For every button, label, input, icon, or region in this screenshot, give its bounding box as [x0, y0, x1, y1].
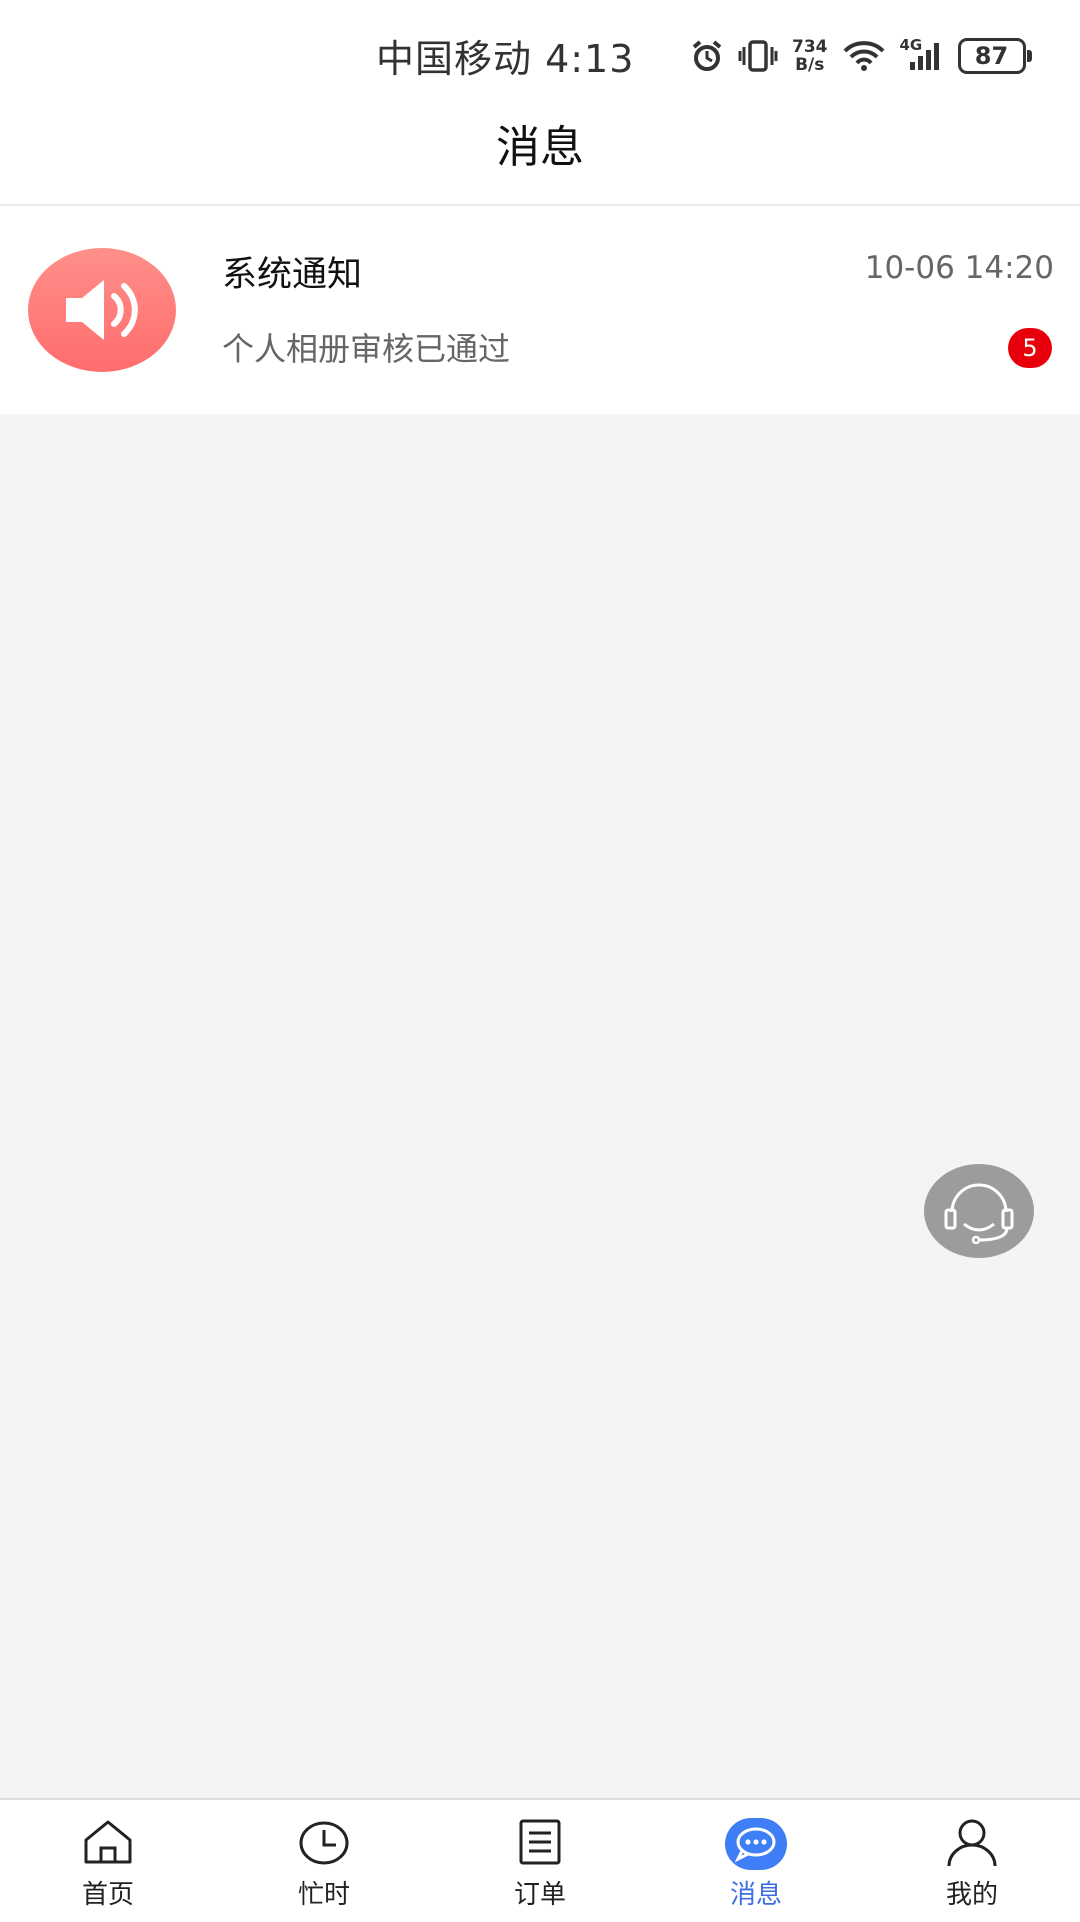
system-notice-avatar: [28, 248, 176, 372]
battery-icon: 87: [957, 38, 1032, 74]
net-speed: 734 B/s: [792, 37, 828, 75]
tab-label: 首页: [81, 1880, 134, 1910]
message-time: 10-06 14:20: [864, 250, 1054, 286]
tab-label: 订单: [513, 1880, 566, 1910]
speaker-icon: [66, 280, 138, 340]
headset-icon: [944, 1183, 1014, 1244]
tab-label: 消息: [729, 1880, 782, 1910]
customer-service-button[interactable]: [924, 1164, 1034, 1258]
chat-bubble-icon: [725, 1818, 787, 1870]
person-icon: [945, 1818, 999, 1872]
message-list-item[interactable]: 系统通知 10-06 14:20 个人相册审核已通过 5: [0, 206, 1080, 414]
tab-busy[interactable]: 忙时: [216, 1800, 432, 1922]
signal-icon: 4G: [900, 36, 944, 72]
message-preview: 个人相册审核已通过: [222, 330, 511, 368]
vibrate-icon: [738, 39, 778, 73]
tab-label: 我的: [945, 1880, 998, 1910]
status-icons: 734 B/s 4G 87: [690, 34, 1032, 78]
page-header: 消息: [0, 108, 1080, 206]
home-icon: [81, 1818, 135, 1870]
wifi-icon: [842, 40, 886, 72]
tab-mine[interactable]: 我的: [864, 1800, 1080, 1922]
tab-label: 忙时: [297, 1880, 350, 1910]
list-icon: [513, 1818, 567, 1870]
status-bar: 中国移动 4:13 734 B/s 4G 87: [0, 0, 1080, 108]
tab-home[interactable]: 首页: [0, 1800, 216, 1922]
alarm-icon: [690, 39, 724, 73]
message-title: 系统通知: [222, 255, 363, 295]
unread-badge: 5: [1008, 328, 1052, 368]
tab-messages[interactable]: 消息: [648, 1800, 864, 1922]
carrier-time: 中国移动 4:13: [376, 37, 635, 81]
tab-orders[interactable]: 订单: [432, 1800, 648, 1922]
clock-icon: [297, 1818, 351, 1870]
bottom-tab-bar: 首页 忙时 订单 消息 我的: [0, 1798, 1080, 1922]
page-title: 消息: [496, 122, 584, 173]
